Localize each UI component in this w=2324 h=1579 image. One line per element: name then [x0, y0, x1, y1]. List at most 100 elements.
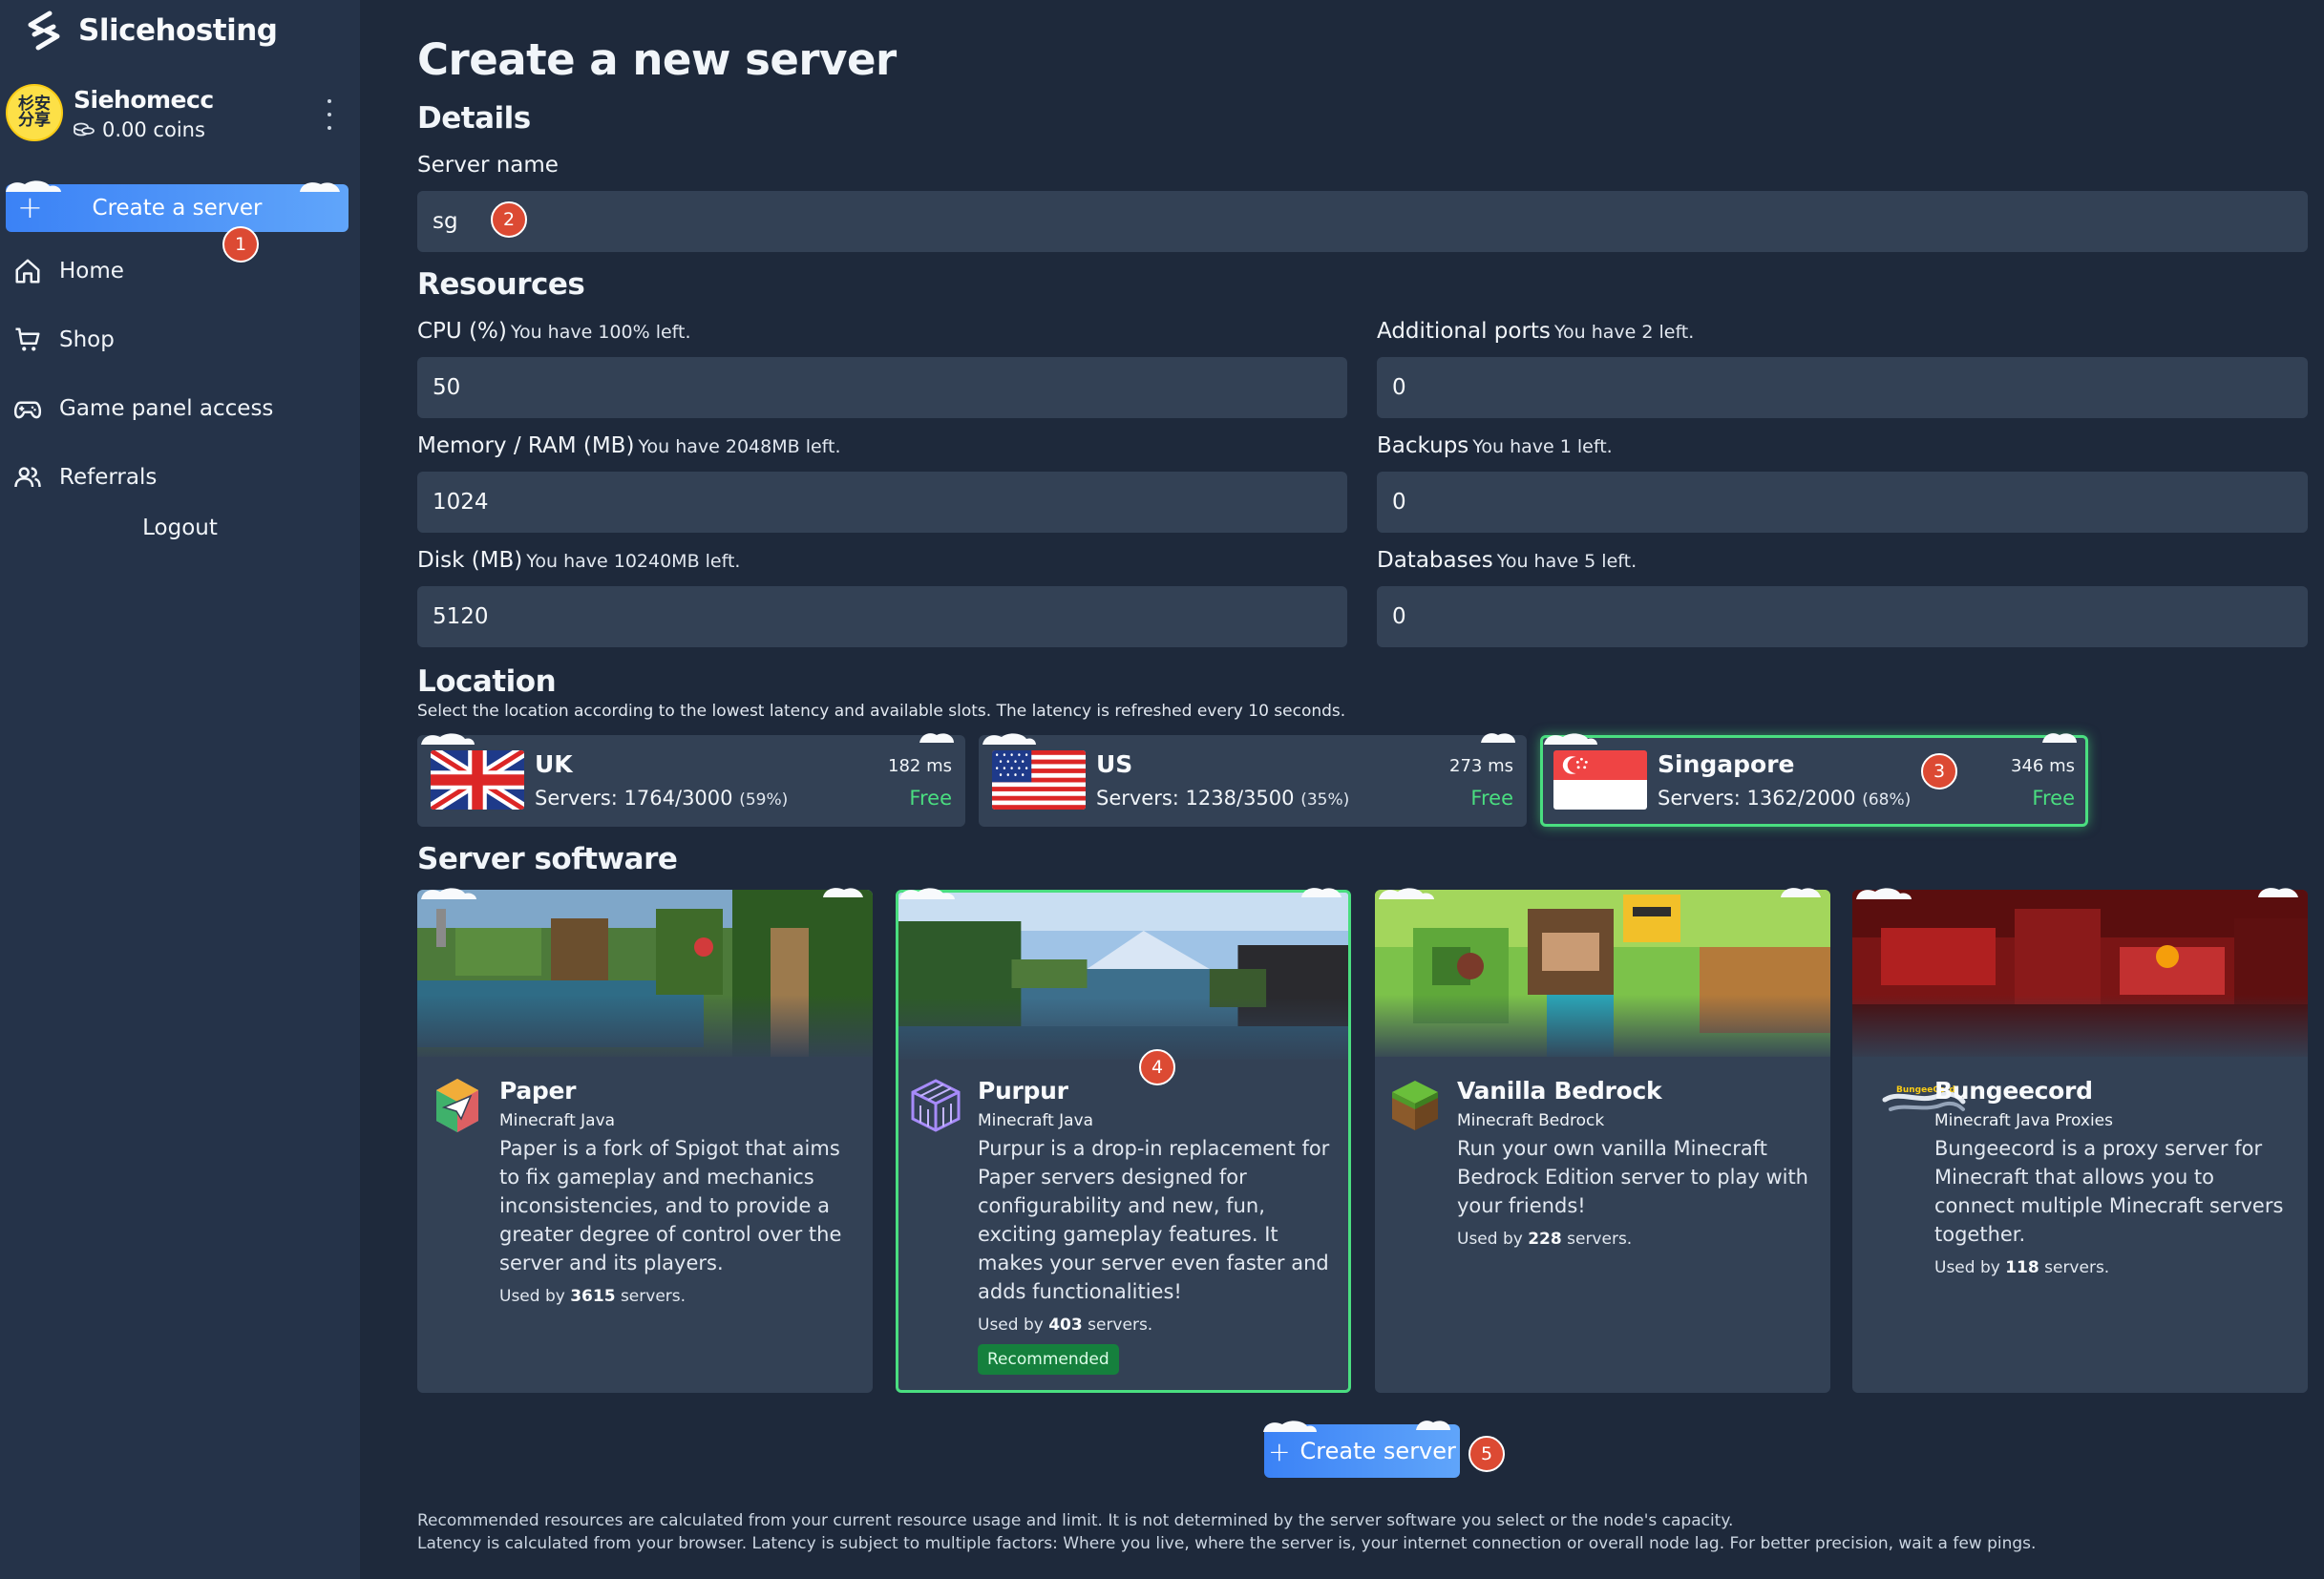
backups-hint: You have 1 left.: [1472, 436, 1613, 457]
snow-cap-icon: [421, 733, 475, 745]
footnote-recommended: Recommended resources are calculated fro…: [417, 1511, 1734, 1530]
software-usage: Used by 403 servers.: [978, 1316, 1153, 1335]
us-flag-icon: [992, 750, 1086, 810]
software-card-purpur[interactable]: Purpur Minecraft Java Purpur is a drop-i…: [896, 890, 1351, 1393]
databases-input[interactable]: 0: [1377, 586, 2308, 647]
snow-cap-icon: [1263, 1421, 1317, 1432]
annotation-badge-3: 3: [1921, 753, 1957, 790]
server-name-input[interactable]: sg: [417, 191, 2308, 252]
location-servers: Servers: 1238/3500 (35%): [1096, 787, 1350, 810]
software-description: Purpur is a drop-in replacement for Pape…: [978, 1137, 1330, 1303]
location-price: Free: [2032, 787, 2075, 810]
software-name: Vanilla Bedrock: [1457, 1077, 1662, 1105]
location-servers: Servers: 1362/2000 (68%): [1658, 787, 1912, 810]
sidebar-item-game-panel-access[interactable]: Game panel access: [13, 388, 338, 430]
location-name: US: [1096, 750, 1133, 778]
avatar[interactable]: 杉安 分享: [6, 84, 63, 141]
software-card-paper[interactable]: Paper Minecraft Java Paper is a fork of …: [417, 890, 873, 1393]
location-name: Singapore: [1658, 750, 1795, 778]
location-servers: Servers: 1764/3000 (59%): [535, 787, 789, 810]
sidebar-item-label: Shop: [59, 327, 115, 352]
sidebar-item-label: Game panel access: [59, 396, 274, 421]
snow-cap-icon: [1416, 1421, 1450, 1430]
memory-hint: You have 2048MB left.: [638, 436, 841, 457]
location-price: Free: [1470, 787, 1513, 810]
singapore-flag-icon: [1553, 750, 1647, 810]
page-title: Create a new server: [417, 34, 897, 85]
paper-logo-icon: [436, 1079, 478, 1132]
location-latency: 346 ms: [2011, 756, 2075, 776]
user-panel: 杉安 分享 Siehomecc 0.00 coins: [6, 84, 349, 147]
software-type: Minecraft Bedrock: [1457, 1111, 1605, 1130]
snow-cap-icon: [6, 180, 61, 192]
location-latency: 273 ms: [1449, 756, 1513, 776]
server-name-value: sg: [433, 209, 458, 234]
server-software-heading: Server software: [417, 842, 678, 876]
software-description: Bungeecord is a proxy server for Minecra…: [1934, 1137, 2284, 1246]
software-card-bungeecord[interactable]: BungeeCord Bungeecord Minecraft Java Pro…: [1852, 890, 2308, 1393]
memory-label: Memory / RAM (MB) You have 2048MB left.: [417, 433, 841, 458]
location-card-uk[interactable]: UK Servers: 1764/3000 (59%) 182 ms Free: [417, 735, 965, 827]
ports-hint: You have 2 left.: [1553, 322, 1695, 343]
uk-flag-icon: [431, 750, 524, 810]
software-type: Minecraft Java Proxies: [1934, 1111, 2113, 1130]
logout-link[interactable]: Logout: [0, 516, 360, 540]
purpur-logo-icon: [911, 1079, 961, 1132]
footnote-latency: Latency is calculated from your browser.…: [417, 1534, 2037, 1553]
location-description: Select the location according to the low…: [417, 702, 1346, 721]
snow-cap-icon: [300, 182, 340, 192]
backups-label: Backups You have 1 left.: [1377, 433, 1613, 458]
databases-hint: You have 5 left.: [1496, 551, 1637, 572]
software-name: Bungeecord: [1934, 1077, 2093, 1105]
additional-ports-input[interactable]: 0: [1377, 357, 2308, 418]
backups-input[interactable]: 0: [1377, 472, 2308, 533]
software-description: Run your own vanilla Minecraft Bedrock E…: [1457, 1137, 1808, 1217]
recommended-badge: Recommended: [978, 1344, 1119, 1375]
sidebar-item-referrals[interactable]: Referrals: [13, 456, 338, 498]
sidebar-item-shop[interactable]: Shop: [13, 319, 338, 361]
software-card-vanilla-bedrock[interactable]: Vanilla Bedrock Minecraft Bedrock Run yo…: [1375, 890, 1830, 1393]
snow-cap-icon: [2042, 733, 2077, 743]
annotation-badge-5: 5: [1468, 1436, 1505, 1472]
snow-cap-icon: [1379, 888, 1434, 899]
location-name: UK: [535, 750, 573, 778]
memory-input[interactable]: 1024: [417, 472, 1347, 533]
cpu-input[interactable]: 50: [417, 357, 1347, 418]
user-name: Siehomecc: [74, 86, 214, 114]
user-coins: 0.00 coins: [74, 118, 205, 141]
coins-value: 0.00 coins: [102, 118, 205, 141]
cpu-label: CPU (%) You have 100% left.: [417, 319, 691, 344]
software-type: Minecraft Java: [499, 1111, 616, 1130]
snow-cap-icon: [823, 888, 863, 897]
users-icon: [14, 467, 41, 488]
server-name-label: Server name: [417, 153, 559, 178]
snow-cap-icon: [1301, 888, 1342, 897]
software-usage: Used by 3615 servers.: [499, 1287, 687, 1306]
software-name: Purpur: [978, 1077, 1068, 1105]
snow-cap-icon: [2258, 888, 2298, 897]
location-card-us[interactable]: US Servers: 1238/3500 (35%) 273 ms Free: [979, 735, 1527, 827]
user-menu-kebab-icon[interactable]: [325, 99, 334, 130]
snow-cap-icon: [1481, 733, 1515, 743]
cpu-hint: You have 100% left.: [510, 322, 691, 343]
snow-cap-icon: [899, 888, 955, 899]
annotation-badge-4: 4: [1139, 1049, 1175, 1085]
brand[interactable]: Slicehosting: [25, 8, 278, 53]
gamepad-icon: [13, 401, 42, 419]
location-card-singapore[interactable]: Singapore Servers: 1362/2000 (68%) 346 m…: [1540, 735, 2088, 827]
snow-cap-icon: [982, 733, 1036, 745]
brand-name: Slicehosting: [78, 13, 278, 48]
sidebar-item-home[interactable]: Home: [13, 250, 338, 292]
main-content: Create a new server Details Server name …: [417, 0, 2308, 1579]
home-icon: [15, 259, 40, 284]
software-description: Paper is a fork of Spigot that aims to f…: [499, 1137, 842, 1274]
software-name: Paper: [499, 1077, 577, 1105]
disk-input[interactable]: 5120: [417, 586, 1347, 647]
snow-cap-icon: [1781, 888, 1821, 897]
software-type: Minecraft Java: [978, 1111, 1094, 1130]
coins-icon: [74, 122, 95, 137]
disk-label: Disk (MB) You have 10240MB left.: [417, 548, 741, 573]
location-latency: 182 ms: [888, 756, 952, 776]
snow-cap-icon: [919, 733, 954, 743]
plus-icon: +: [17, 189, 43, 225]
